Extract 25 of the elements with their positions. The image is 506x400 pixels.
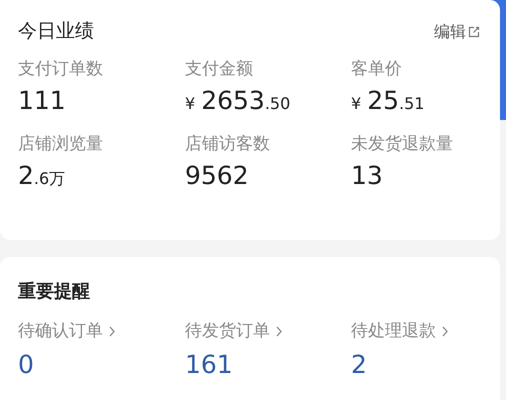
metric-label: 店铺浏览量 (18, 136, 104, 153)
reminder-link[interactable]: 待处理退款 (351, 323, 482, 340)
reminder-count: 0 (18, 352, 35, 377)
reminder-link[interactable]: 待发货订单 (185, 323, 351, 340)
metric-value: 9562 (185, 163, 250, 188)
metric-label: 支付订单数 (18, 61, 104, 78)
reminder-count: 2 (351, 352, 368, 377)
chevron-right-icon (276, 326, 282, 337)
metric-label: 未发货退款量 (351, 136, 454, 153)
edit-icon (468, 26, 480, 38)
metric-label: 店铺访客数 (185, 136, 271, 153)
metric-value: 13 (351, 163, 384, 188)
metric-value: 2.6万 (18, 163, 66, 188)
chevron-right-icon (442, 326, 448, 337)
chevron-right-icon (109, 326, 115, 337)
metric-value: ¥ 2653.50 (185, 88, 292, 113)
card-title: 今日业绩 (18, 22, 94, 41)
metric-label: 支付金额 (185, 61, 254, 78)
card-title: 重要提醒 (18, 283, 91, 301)
reminder-link[interactable]: 待确认订单 (18, 323, 185, 340)
edit-link[interactable]: 编辑 (434, 24, 480, 40)
metric-value: ¥ 25.51 (351, 88, 426, 113)
reminder-count: 161 (185, 352, 234, 377)
metric-label: 客单价 (351, 61, 403, 78)
metric-value: 111 (18, 88, 67, 113)
